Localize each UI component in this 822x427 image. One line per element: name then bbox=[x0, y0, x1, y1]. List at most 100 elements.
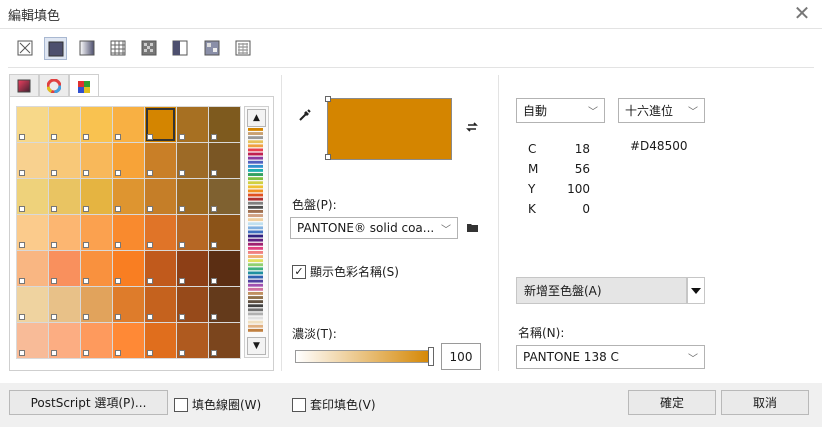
strip-color[interactable] bbox=[248, 304, 263, 308]
wireframe-checkbox[interactable]: 填色線圈(W) bbox=[174, 396, 261, 413]
fountain-fill-icon[interactable] bbox=[78, 39, 95, 56]
color-model-select[interactable]: 自動 ﹀ bbox=[516, 98, 605, 123]
strip-color[interactable] bbox=[248, 308, 263, 312]
strip-color[interactable] bbox=[248, 312, 263, 316]
palette-swatch[interactable] bbox=[209, 215, 240, 250]
palette-swatch[interactable] bbox=[113, 287, 144, 322]
show-names-checkbox[interactable]: ✓ 顯示色彩名稱(S) bbox=[292, 263, 399, 280]
palette-swatch[interactable] bbox=[209, 143, 240, 178]
palette-swatch[interactable] bbox=[17, 107, 48, 142]
strip-color[interactable] bbox=[248, 287, 263, 291]
swap-arrows-icon[interactable] bbox=[465, 120, 479, 137]
strip-color[interactable] bbox=[248, 132, 263, 135]
strip-color[interactable] bbox=[248, 185, 263, 189]
palette-swatch[interactable] bbox=[49, 323, 80, 358]
palette-swatch[interactable] bbox=[17, 323, 48, 358]
value-format-select[interactable]: 十六進位 ﹀ bbox=[618, 98, 705, 123]
strip-color[interactable] bbox=[248, 177, 263, 181]
add-to-palette-dropdown[interactable] bbox=[687, 277, 705, 304]
palette-swatch[interactable] bbox=[177, 323, 208, 358]
palette-swatch[interactable] bbox=[49, 287, 80, 322]
no-fill-icon[interactable] bbox=[16, 39, 33, 56]
strip-color[interactable] bbox=[248, 259, 263, 263]
eyedropper-icon[interactable] bbox=[298, 108, 312, 125]
palette-swatch[interactable] bbox=[145, 179, 176, 214]
strip-color[interactable] bbox=[248, 222, 263, 226]
palette-swatch[interactable] bbox=[49, 107, 80, 142]
palette-swatch[interactable] bbox=[49, 251, 80, 286]
add-to-palette-button[interactable]: 新增至色盤(A) bbox=[516, 277, 687, 304]
two-color-pattern-icon[interactable] bbox=[171, 39, 188, 56]
palette-swatch[interactable] bbox=[177, 179, 208, 214]
palette-swatch[interactable] bbox=[113, 215, 144, 250]
bitmap-pattern-icon[interactable] bbox=[140, 39, 157, 56]
cancel-button[interactable]: 取消 bbox=[721, 390, 809, 415]
strip-color[interactable] bbox=[248, 267, 263, 271]
palette-swatch[interactable] bbox=[145, 215, 176, 250]
strip-color[interactable] bbox=[248, 136, 263, 140]
strip-color[interactable] bbox=[248, 271, 263, 275]
strip-color[interactable] bbox=[248, 279, 263, 283]
strip-color[interactable] bbox=[248, 148, 263, 152]
palette-swatch[interactable] bbox=[81, 107, 112, 142]
palette-swatch[interactable] bbox=[17, 215, 48, 250]
strip-color[interactable] bbox=[248, 128, 263, 131]
strip-color[interactable] bbox=[248, 230, 263, 234]
strip-color[interactable] bbox=[248, 328, 263, 332]
strip-color[interactable] bbox=[248, 234, 263, 238]
strip-color[interactable] bbox=[248, 164, 263, 168]
palette-swatch[interactable] bbox=[81, 179, 112, 214]
strip-color[interactable] bbox=[248, 210, 263, 213]
palette-swatch[interactable] bbox=[177, 107, 208, 142]
palette-swatch[interactable] bbox=[177, 287, 208, 322]
strip-color[interactable] bbox=[248, 173, 263, 176]
palette-swatch[interactable] bbox=[145, 323, 176, 358]
palette-swatch[interactable] bbox=[81, 143, 112, 178]
palette-swatch[interactable] bbox=[81, 323, 112, 358]
strip-color[interactable] bbox=[248, 255, 263, 258]
palette-swatch[interactable] bbox=[209, 107, 240, 142]
palettes-tab[interactable] bbox=[69, 74, 99, 98]
strip-color[interactable] bbox=[248, 292, 263, 295]
name-select[interactable]: PANTONE 138 C ﹀ bbox=[516, 345, 705, 369]
tint-value-input[interactable]: 100 bbox=[441, 343, 481, 370]
palette-strip-colors[interactable] bbox=[248, 128, 263, 333]
palette-swatch[interactable] bbox=[177, 215, 208, 250]
strip-color[interactable] bbox=[248, 246, 263, 250]
strip-color[interactable] bbox=[248, 156, 263, 160]
scroll-down-button[interactable]: ▼ bbox=[247, 337, 266, 355]
color-wheel-tab[interactable] bbox=[39, 74, 69, 97]
strip-color[interactable] bbox=[248, 283, 263, 287]
strip-color[interactable] bbox=[248, 181, 263, 185]
palette-swatch[interactable] bbox=[209, 251, 240, 286]
strip-color[interactable] bbox=[248, 242, 263, 246]
palette-swatch[interactable] bbox=[81, 287, 112, 322]
strip-color[interactable] bbox=[248, 324, 263, 328]
strip-color[interactable] bbox=[248, 238, 263, 242]
palette-swatch[interactable] bbox=[113, 251, 144, 286]
palette-swatch[interactable] bbox=[145, 251, 176, 286]
strip-color[interactable] bbox=[248, 226, 263, 230]
strip-color[interactable] bbox=[248, 320, 263, 324]
texture-fill-icon[interactable] bbox=[203, 39, 220, 56]
strip-color[interactable] bbox=[248, 218, 263, 222]
strip-color[interactable] bbox=[248, 169, 263, 172]
palette-swatch[interactable] bbox=[81, 251, 112, 286]
strip-color[interactable] bbox=[248, 296, 263, 299]
postscript-fill-icon[interactable] bbox=[234, 39, 251, 56]
strip-color[interactable] bbox=[248, 189, 263, 193]
palette-swatch[interactable] bbox=[17, 251, 48, 286]
strip-color[interactable] bbox=[248, 300, 263, 304]
strip-color[interactable] bbox=[248, 197, 263, 201]
tint-slider-thumb[interactable] bbox=[428, 347, 434, 366]
strip-color[interactable] bbox=[248, 205, 263, 209]
color-models-tab[interactable] bbox=[9, 74, 39, 97]
postscript-options-button[interactable]: PostScript 選項(P)... bbox=[9, 390, 168, 415]
palette-swatch[interactable] bbox=[113, 143, 144, 178]
palette-swatch[interactable] bbox=[209, 287, 240, 322]
palette-swatch[interactable] bbox=[49, 179, 80, 214]
uniform-fill-icon[interactable] bbox=[44, 37, 67, 60]
palette-swatch[interactable] bbox=[81, 215, 112, 250]
palette-swatch[interactable] bbox=[145, 287, 176, 322]
strip-color[interactable] bbox=[248, 193, 263, 197]
